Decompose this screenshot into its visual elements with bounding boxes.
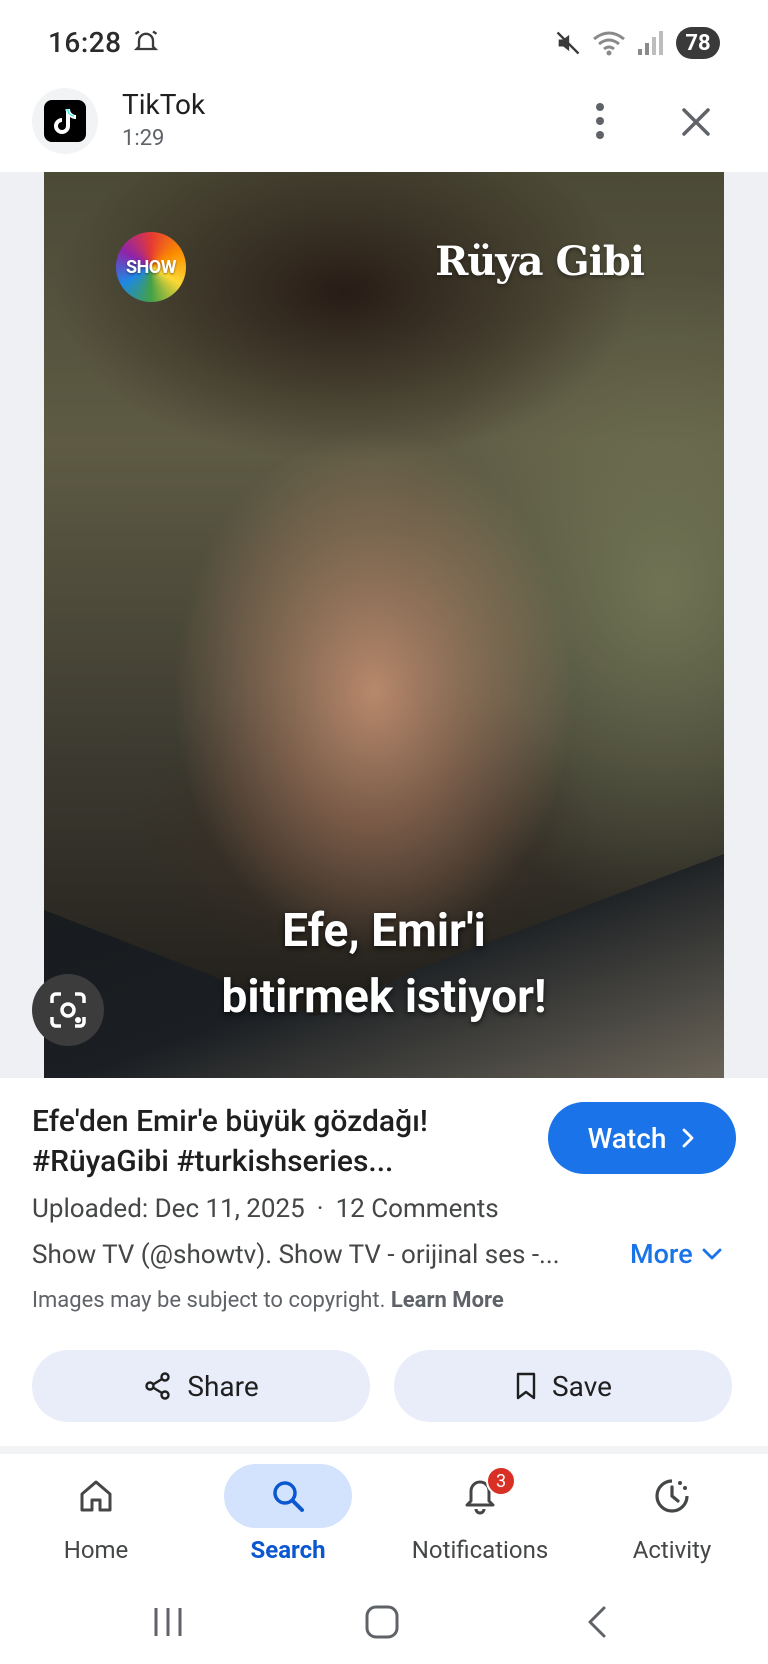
more-button[interactable]: More bbox=[630, 1238, 723, 1270]
mute-icon bbox=[556, 31, 580, 55]
nav-home[interactable]: Home bbox=[0, 1464, 192, 1574]
lens-button[interactable] bbox=[32, 974, 104, 1046]
result-title-line1: Efe'den Emir'e büyük gözdağı! bbox=[32, 1104, 428, 1139]
battery-indicator: 78 bbox=[676, 27, 720, 59]
show-title-logo: Rüya Gibi bbox=[435, 238, 645, 285]
meta-separator: · bbox=[316, 1194, 324, 1224]
copyright-notice: Images may be subject to copyright. Lear… bbox=[32, 1288, 504, 1313]
status-bar: 16:28 78 bbox=[0, 0, 768, 88]
video-caption-line2: bitirmek istiyor! bbox=[221, 970, 547, 1024]
system-navigation bbox=[0, 1578, 768, 1664]
bottom-navigation: Home Search 3 Notifications Activity bbox=[0, 1454, 768, 1578]
more-options-button[interactable] bbox=[582, 96, 618, 146]
wifi-icon bbox=[593, 31, 625, 56]
watch-button[interactable]: Watch bbox=[548, 1102, 736, 1174]
activity-icon bbox=[655, 1479, 689, 1513]
image-preview-area: SHOW Rüya Gibi Efe, Emir'i bitirmek isti… bbox=[0, 172, 768, 1078]
recent-apps-icon bbox=[154, 1608, 182, 1636]
home-icon bbox=[80, 1480, 112, 1512]
nav-notifications-icon-wrap: 3 bbox=[416, 1464, 544, 1528]
nav-search-label: Search bbox=[250, 1536, 326, 1564]
status-icons: 78 bbox=[554, 26, 720, 60]
app-name: TikTok bbox=[122, 88, 206, 121]
close-icon[interactable] bbox=[674, 100, 718, 144]
more-label: More bbox=[630, 1238, 693, 1270]
tiktok-icon bbox=[44, 100, 86, 142]
nav-home-label: Home bbox=[63, 1536, 129, 1564]
notification-badge: 3 bbox=[486, 1466, 516, 1496]
nav-activity-label: Activity bbox=[632, 1536, 712, 1564]
channel-logo: SHOW bbox=[116, 232, 186, 302]
video-duration: 1:29 bbox=[122, 126, 165, 151]
nav-notifications-label: Notifications bbox=[411, 1536, 549, 1564]
home-square-icon bbox=[365, 1605, 399, 1639]
share-button[interactable]: Share bbox=[32, 1350, 370, 1422]
app-header: TikTok 1:29 bbox=[0, 86, 768, 172]
dot-icon bbox=[596, 117, 604, 125]
comment-count: 12 Comments bbox=[335, 1194, 499, 1224]
alarm-icon bbox=[133, 30, 159, 51]
save-label: Save bbox=[552, 1369, 612, 1403]
dot-icon bbox=[596, 103, 604, 111]
status-time: 16:28 bbox=[48, 26, 122, 59]
video-thumbnail[interactable]: SHOW Rüya Gibi Efe, Emir'i bitirmek isti… bbox=[44, 172, 724, 1078]
recent-apps-button[interactable] bbox=[138, 1592, 198, 1652]
upload-meta: Uploaded: Dec 11, 2025 · 12 Comments bbox=[32, 1194, 499, 1224]
save-button[interactable]: Save bbox=[394, 1350, 732, 1422]
share-icon bbox=[145, 1372, 171, 1400]
search-icon bbox=[273, 1481, 304, 1512]
signal-icon bbox=[638, 31, 663, 55]
nav-search[interactable]: Search bbox=[192, 1464, 384, 1574]
upload-date: Uploaded: Dec 11, 2025 bbox=[32, 1194, 305, 1224]
copyright-text: Images may be subject to copyright. bbox=[32, 1288, 386, 1313]
learn-more-link[interactable]: Learn More bbox=[391, 1288, 504, 1313]
nav-home-icon-wrap bbox=[32, 1464, 160, 1528]
back-arrow-icon bbox=[588, 1606, 606, 1638]
result-title[interactable]: Efe'den Emir'e büyük gözdağı! #RüyaGibi … bbox=[32, 1102, 532, 1182]
nav-notifications[interactable]: 3 Notifications bbox=[384, 1464, 576, 1574]
back-button[interactable] bbox=[568, 1592, 628, 1652]
dot-icon bbox=[596, 131, 604, 139]
source-description: Show TV (@showtv). Show TV - orijinal se… bbox=[32, 1240, 560, 1270]
app-icon bbox=[32, 88, 98, 154]
bookmark-icon bbox=[516, 1372, 536, 1400]
lens-icon bbox=[50, 992, 86, 1028]
channel-logo-text: SHOW bbox=[126, 256, 176, 278]
video-caption-line1: Efe, Emir'i bbox=[282, 904, 486, 958]
nav-activity-icon-wrap bbox=[608, 1464, 736, 1528]
result-title-line2: #RüyaGibi #turkishseries... bbox=[32, 1144, 394, 1179]
section-divider bbox=[0, 1446, 768, 1454]
share-label: Share bbox=[187, 1369, 259, 1403]
chevron-down-icon bbox=[702, 1248, 722, 1260]
home-system-button[interactable] bbox=[352, 1592, 412, 1652]
nav-search-icon-wrap bbox=[224, 1464, 352, 1528]
chevron-right-icon bbox=[682, 1128, 694, 1148]
nav-activity[interactable]: Activity bbox=[576, 1464, 768, 1574]
watch-label: Watch bbox=[587, 1121, 667, 1155]
